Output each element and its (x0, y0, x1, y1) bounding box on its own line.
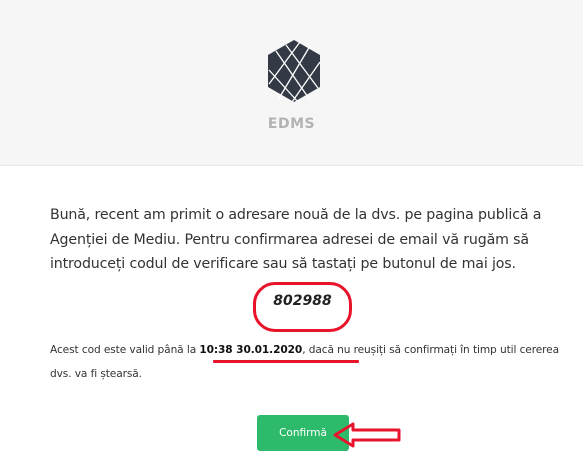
message-text: Bună, recent am primit o adresare nouă d… (50, 207, 542, 272)
verification-code-box: 802988 (253, 282, 352, 332)
timestamp-underline (213, 360, 359, 363)
hexagon-logo-icon (268, 40, 321, 103)
verification-code: 802988 (273, 293, 332, 309)
validity-prefix: Acest cod este valid până la (50, 344, 200, 356)
brand-name: EDMS (267, 116, 316, 132)
left-arrow-icon (333, 422, 401, 448)
validity-timestamp: 10:38 30.01.2020 (199, 344, 303, 356)
header-banner: EDMS (0, 0, 583, 166)
